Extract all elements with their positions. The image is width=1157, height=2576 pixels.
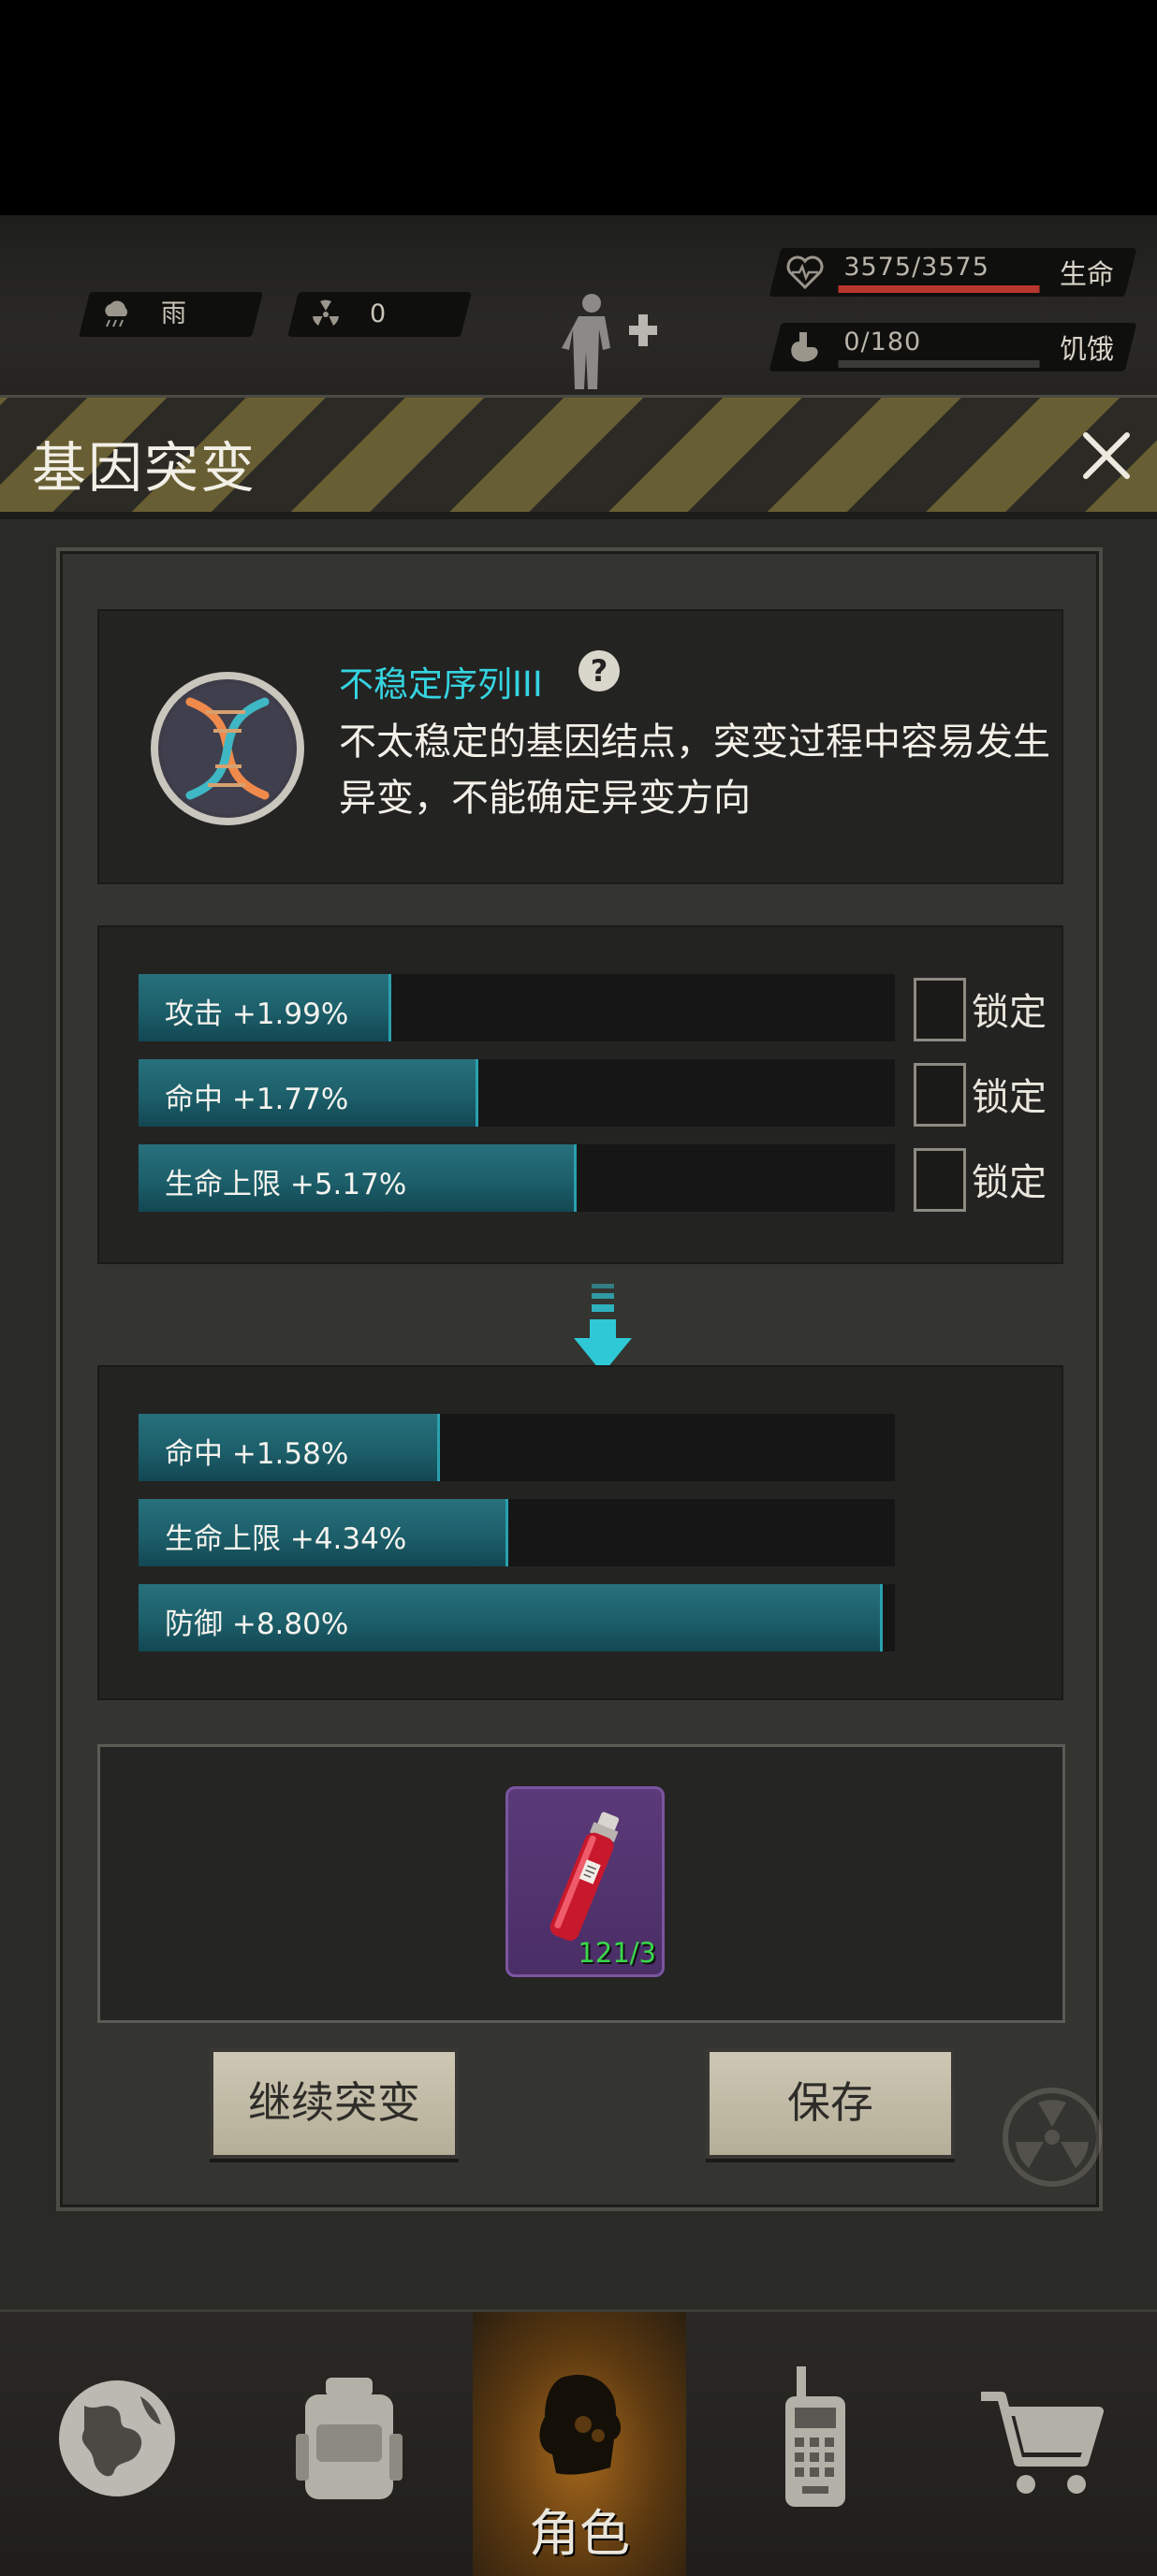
result-stat-row: 防御 +8.80% [139,1584,895,1652]
lock-label: 锁定 [972,1161,1047,1204]
backpack-icon [296,2378,403,2499]
hp-value: 3575/3575 [843,253,989,282]
stat-label: 生命上限 +4.34% [165,1522,407,1556]
lock-checkbox[interactable] [914,1148,966,1212]
stat-label: 防御 +8.80% [165,1608,349,1641]
result-stat-row: 生命上限 +4.34% [139,1499,895,1566]
stomach-icon [791,332,818,362]
nav-backpack[interactable] [242,2312,455,2576]
weather-label: 雨 [161,299,186,328]
radiation-indicator: 0 [287,292,472,337]
hunger-indicator: 0/180 饥饿 [769,323,1137,371]
radiation-icon [310,299,342,329]
hp-bar [838,285,1040,293]
gene-info-card: 不稳定序列III ? 不太稳定的基因结点，突变过程中容易发生异变，不能确定异变方… [97,609,1063,884]
save-button[interactable]: 保存 [706,2048,955,2159]
stat-label: 命中 +1.58% [165,1437,349,1471]
weather-indicator: 雨 [79,292,263,337]
current-stat-row: 命中 +1.77% [139,1059,895,1127]
gene-description: 不太稳定的基因结点，突变过程中容易发生异变，不能确定异变方向 [339,720,1050,820]
nav-character[interactable]: 角色 [473,2312,686,2576]
hunger-value: 0/180 [843,327,922,357]
continue-mutation-button[interactable]: 继续突变 [210,2048,459,2159]
hp-label: 生命 [1059,258,1114,290]
close-button[interactable] [1076,426,1136,486]
radiation-watermark-icon [1003,2088,1102,2187]
bottom-nav: 角色 [0,2309,1157,2576]
nav-character-label: 角色 [529,2504,630,2563]
lock-label: 锁定 [972,1076,1047,1119]
material-count: 121/3 [578,1937,656,1969]
heart-pulse-icon [786,255,824,289]
walkie-talkie-icon [785,2366,845,2507]
heal-body-icon[interactable] [562,290,665,393]
shopping-cart-icon [981,2392,1104,2494]
nav-shop[interactable] [936,2312,1150,2576]
mutation-panel: 不稳定序列III ? 不太稳定的基因结点，突变过程中容易发生异变，不能确定异变方… [56,547,1103,2211]
hunger-label: 饥饿 [1059,333,1114,365]
current-stat-row: 攻击 +1.99% [139,974,895,1041]
lock-checkbox[interactable] [914,978,966,1041]
lock-label: 锁定 [972,991,1047,1034]
material-slot[interactable]: 121/3 [505,1786,665,1977]
arrow-down-icon [574,1284,632,1374]
stat-label: 命中 +1.77% [165,1083,349,1116]
nav-radio[interactable] [707,2312,920,2576]
gene-mutation-dialog: 基因突变 不稳定序列III ? 不太稳定的基因结点，突变过程中容易发生异变，不能… [0,395,1157,2311]
current-stats-card: 攻击 +1.99% 锁定 命中 +1.77% 锁定 生命上限 +5.17% 锁定 [97,925,1063,1264]
rain-cloud-icon [101,299,133,329]
lock-checkbox[interactable] [914,1063,966,1127]
hunger-bar [838,360,1040,368]
current-stat-row: 生命上限 +5.17% [139,1144,895,1212]
stat-label: 生命上限 +5.17% [165,1168,407,1201]
status-area: 雨 0 3575/3575 生命 0/180 饥饿 [0,215,1157,402]
globe-icon [59,2380,175,2496]
hp-bar-fill [838,285,1040,293]
gene-name: 不稳定序列III [339,664,543,705]
result-stats-card: 命中 +1.58% 生命上限 +4.34% 防御 +8.80% [97,1365,1063,1700]
nav-map[interactable] [9,2312,223,2576]
dna-icon [151,672,304,825]
stat-label: 攻击 +1.99% [165,997,349,1031]
result-stat-row: 命中 +1.58% [139,1414,895,1481]
red-serum-vial-icon [549,1812,620,1942]
hp-indicator: 3575/3575 生命 [769,248,1137,297]
radiation-value: 0 [370,299,387,328]
material-slot-card: 121/3 [97,1744,1065,2023]
dialog-title: 基因突变 [32,436,257,500]
dialog-header: 基因突变 [0,398,1157,519]
help-icon[interactable]: ? [578,650,620,691]
